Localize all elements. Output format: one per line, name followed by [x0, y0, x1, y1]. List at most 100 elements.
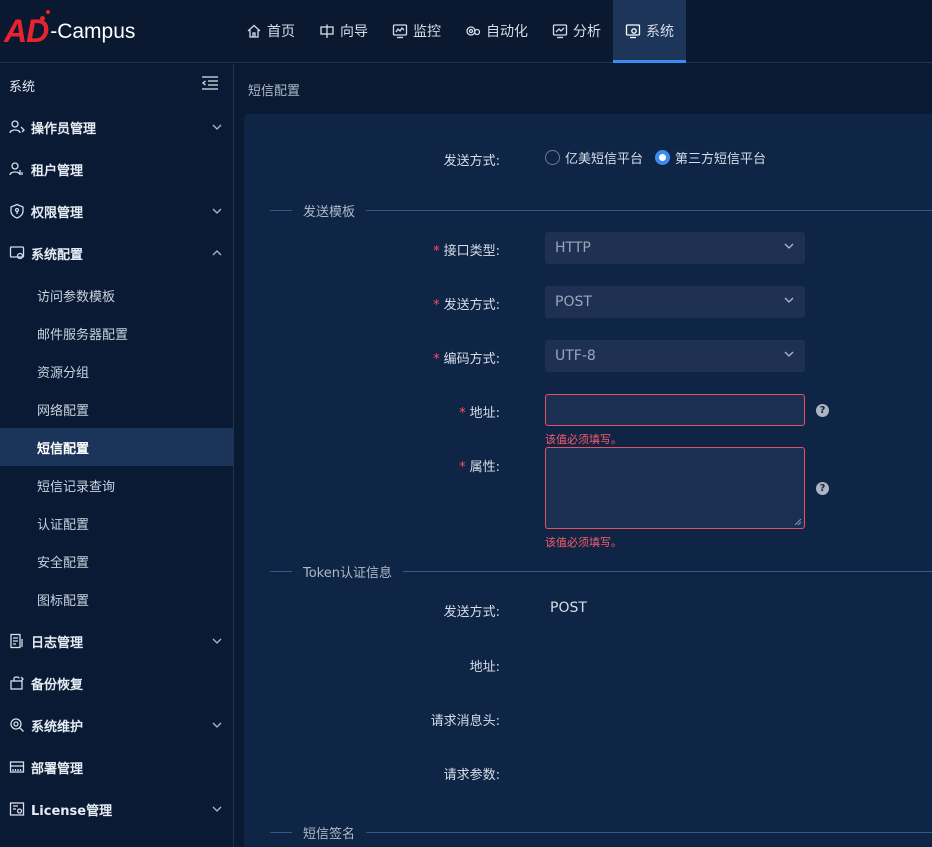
sidebar-item-label: 备份恢复 [31, 677, 84, 693]
section-template-title: 发送模板 [303, 204, 356, 220]
chevron-down-icon [211, 635, 223, 647]
address-label: * 地址: [459, 406, 500, 421]
operator-icon [8, 118, 26, 136]
nav-guide-label: 向导 [340, 24, 368, 40]
sidebar-item-system-config[interactable]: 系统配置 [0, 232, 233, 274]
sidebar-subitem-access-template[interactable]: 访问参数模板 [0, 276, 233, 314]
sidebar: 系统 操作员管理 租户管理 权限管理 系统配置 访问参数模板 邮件服务器配置 资 [0, 64, 234, 847]
sidebar-item-label: 系统配置 [31, 247, 84, 263]
main-nav: 首页 向导 监控 自动化 分析 系统 [234, 0, 686, 63]
chevron-down-icon [783, 348, 795, 364]
send-method-label: 发送方式: [443, 154, 500, 169]
encoding-value: UTF-8 [555, 348, 596, 364]
chevron-down-icon [211, 205, 223, 217]
system-config-submenu: 访问参数模板 邮件服务器配置 资源分组 网络配置 短信配置 短信记录查询 认证配… [0, 274, 233, 620]
sidebar-item-label: 操作员管理 [31, 121, 97, 137]
radio-third-party-label: 第三方短信平台 [675, 152, 767, 167]
sidebar-subitem-mail-server[interactable]: 邮件服务器配置 [0, 314, 233, 352]
maintenance-icon [8, 716, 26, 734]
encoding-label: * 编码方式: [433, 352, 500, 367]
sidebar-subitem-network[interactable]: 网络配置 [0, 390, 233, 428]
top-bar: AD -Campus 首页 向导 监控 自动化 分析 系统 [0, 0, 932, 63]
sidebar-item-log[interactable]: 日志管理 [0, 620, 233, 662]
radio-third-party[interactable]: 第三方短信平台 [655, 148, 766, 167]
token-header-label: 请求消息头: [430, 714, 500, 729]
encoding-select[interactable]: UTF-8 [545, 340, 805, 372]
section-template: 发送模板 [270, 200, 932, 220]
analysis-icon [552, 23, 568, 39]
sidebar-header: 系统 [0, 64, 233, 106]
radio-yimei-label: 亿美短信平台 [565, 152, 644, 167]
radio-yimei-dot[interactable] [545, 150, 560, 165]
sidebar-item-deploy[interactable]: 部署管理 [0, 746, 233, 788]
home-icon [246, 23, 262, 39]
chevron-down-icon [211, 121, 223, 133]
attr-textarea[interactable] [545, 447, 805, 529]
sidebar-item-maintenance[interactable]: 系统维护 [0, 704, 233, 746]
nav-home[interactable]: 首页 [234, 0, 307, 62]
chevron-up-icon [211, 247, 223, 259]
main-content: 短信配置 发送方式: 亿美短信平台 第三方短信平台 发送模板 * 接口类型: HT… [235, 64, 932, 847]
method-label: * 发送方式: [433, 298, 500, 313]
backup-icon [8, 674, 26, 692]
sidebar-subitem-resource-group[interactable]: 资源分组 [0, 352, 233, 390]
attr-help-icon[interactable]: ? [816, 482, 829, 495]
system-icon [625, 23, 641, 39]
section-token-title: Token认证信息 [303, 565, 392, 581]
guide-icon [319, 23, 335, 39]
address-help-icon[interactable]: ? [816, 404, 829, 417]
nav-automation-label: 自动化 [486, 24, 528, 40]
token-method-label: 发送方式: [443, 605, 500, 620]
nav-system[interactable]: 系统 [613, 0, 686, 63]
nav-analysis[interactable]: 分析 [540, 0, 613, 62]
sidebar-item-label: 权限管理 [31, 205, 84, 221]
chevron-down-icon [211, 719, 223, 731]
deploy-icon [8, 758, 26, 776]
sidebar-subitem-sms-config[interactable]: 短信配置 [0, 428, 233, 466]
interface-type-select[interactable]: HTTP [545, 232, 805, 264]
sidebar-title: 系统 [9, 79, 36, 95]
attr-label: * 属性: [459, 460, 500, 475]
send-method-radio-group: 亿美短信平台 第三方短信平台 [545, 148, 766, 167]
sidebar-subitem-auth[interactable]: 认证配置 [0, 504, 233, 542]
tenant-icon [8, 160, 26, 178]
method-select[interactable]: POST [545, 286, 805, 318]
token-params-label: 请求参数: [443, 768, 500, 783]
address-error: 该值必须填写。 [545, 433, 622, 446]
sidebar-item-label: License管理 [31, 803, 113, 819]
sidebar-subitem-sms-records[interactable]: 短信记录查询 [0, 466, 233, 504]
logo-text: -Campus [50, 19, 136, 43]
section-signature: 短信签名 [270, 822, 932, 842]
method-value: POST [555, 294, 592, 310]
interface-type-label: * 接口类型: [433, 244, 500, 259]
sidebar-item-tenant[interactable]: 租户管理 [0, 148, 233, 190]
radio-yimei[interactable]: 亿美短信平台 [545, 148, 643, 167]
license-icon [8, 800, 26, 818]
sidebar-subitem-icon[interactable]: 图标配置 [0, 580, 233, 618]
automation-icon [465, 23, 481, 39]
address-input[interactable] [545, 394, 805, 426]
nav-guide[interactable]: 向导 [307, 0, 380, 62]
nav-system-label: 系统 [646, 24, 674, 40]
sidebar-subitem-security[interactable]: 安全配置 [0, 542, 233, 580]
token-method-value: POST [550, 600, 587, 616]
logo[interactable]: AD -Campus [0, 0, 234, 63]
nav-analysis-label: 分析 [573, 24, 601, 40]
sidebar-item-backup[interactable]: 备份恢复 [0, 662, 233, 704]
collapse-sidebar-icon[interactable] [201, 75, 219, 95]
radio-third-party-dot[interactable] [655, 150, 671, 165]
monitor-icon [392, 23, 408, 39]
nav-automation[interactable]: 自动化 [453, 0, 540, 62]
sidebar-item-license[interactable]: License管理 [0, 788, 233, 830]
sidebar-item-permission[interactable]: 权限管理 [0, 190, 233, 232]
resize-handle-icon[interactable] [794, 518, 802, 526]
nav-monitor-label: 监控 [413, 24, 441, 40]
sidebar-item-label: 系统维护 [31, 719, 84, 735]
chevron-down-icon [211, 803, 223, 815]
config-icon [8, 244, 26, 262]
sms-config-form: 发送方式: 亿美短信平台 第三方短信平台 发送模板 * 接口类型: HTTP * 发… [244, 114, 932, 847]
nav-monitor[interactable]: 监控 [380, 0, 453, 62]
sidebar-item-label: 日志管理 [31, 635, 84, 651]
breadcrumb: 短信配置 [248, 83, 301, 99]
sidebar-item-operator[interactable]: 操作员管理 [0, 106, 233, 148]
